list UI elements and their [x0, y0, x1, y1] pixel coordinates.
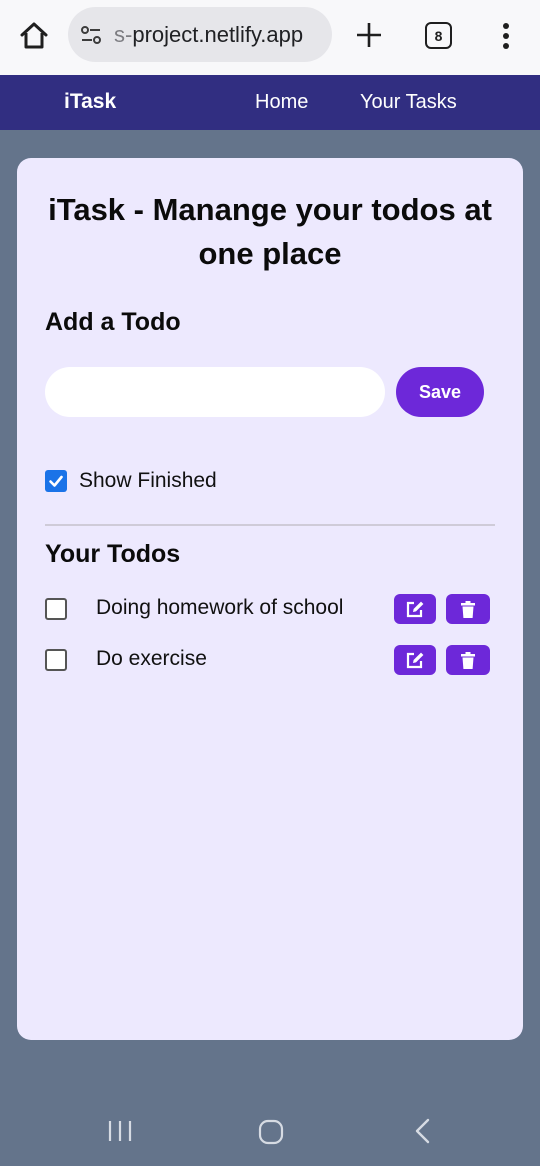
home-icon[interactable]	[18, 20, 50, 52]
trash-icon	[461, 600, 475, 618]
browser-toolbar: s-project.netlify.app 8	[0, 0, 540, 75]
edit-button[interactable]	[394, 594, 436, 624]
url-prefix: s-	[114, 21, 133, 47]
your-todos-heading: Your Todos	[45, 540, 181, 568]
more-vert-icon[interactable]	[494, 20, 518, 52]
edit-icon	[406, 601, 424, 618]
todo-checkbox[interactable]	[45, 598, 67, 620]
todo-text: Do exercise	[96, 647, 207, 670]
recents-icon[interactable]	[106, 1118, 134, 1144]
back-icon[interactable]	[412, 1117, 434, 1145]
save-button[interactable]: Save	[396, 367, 484, 417]
todo-text: Doing homework of school	[96, 596, 344, 619]
app-navbar: iTask Home Your Tasks	[0, 75, 540, 130]
divider	[45, 524, 495, 526]
tabs-icon[interactable]: 8	[425, 22, 452, 49]
page-title: iTask - Manange your todos at one place	[48, 192, 492, 271]
show-finished-checkbox[interactable]	[45, 470, 67, 492]
nav-link-your-tasks[interactable]: Your Tasks	[360, 91, 457, 114]
nav-link-home[interactable]: Home	[255, 91, 308, 114]
brand-logo[interactable]: iTask	[64, 90, 116, 114]
checkmark-icon	[49, 475, 63, 487]
todo-checkbox[interactable]	[45, 649, 67, 671]
edit-button[interactable]	[394, 645, 436, 675]
delete-button[interactable]	[446, 594, 490, 624]
add-todo-heading: Add a Todo	[45, 308, 181, 336]
edit-icon	[406, 652, 424, 669]
todo-item: Doing homework of school	[45, 593, 495, 625]
show-finished-label: Show Finished	[79, 469, 217, 492]
show-finished-toggle[interactable]: Show Finished	[45, 469, 217, 493]
todo-input[interactable]	[45, 367, 385, 417]
url-text[interactable]: s-project.netlify.app	[114, 22, 303, 48]
todo-item: Do exercise	[45, 644, 495, 676]
tab-count: 8	[434, 27, 443, 44]
site-settings-icon[interactable]	[80, 24, 102, 46]
home-button-icon[interactable]	[258, 1119, 284, 1145]
url-domain: project.netlify.app	[132, 21, 304, 47]
delete-button[interactable]	[446, 645, 490, 675]
plus-icon[interactable]	[352, 18, 386, 52]
todo-card: iTask - Manange your todos at one place …	[17, 158, 523, 1040]
address-bar[interactable]: s-project.netlify.app	[68, 7, 332, 62]
trash-icon	[461, 651, 475, 669]
